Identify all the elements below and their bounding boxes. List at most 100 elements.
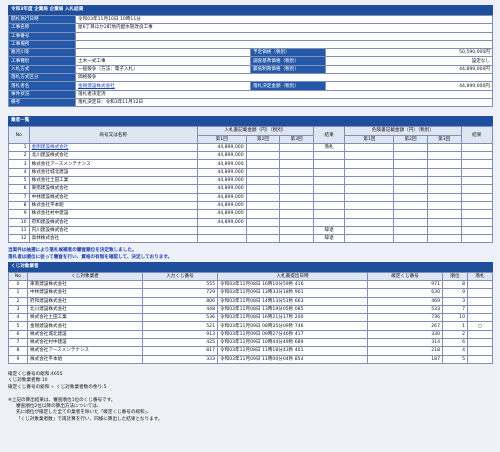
submission-time: 令和03年11月08日 16時21分17秒 200 — [217, 313, 368, 323]
submission-time: 令和03年11月08日 13時19分05秒 085 — [217, 304, 368, 315]
bidder-row: 11 内川建設株式会社 辞退 — [8, 225, 493, 236]
check-amount-round1 — [344, 167, 395, 178]
check-amount-round3 — [426, 184, 462, 194]
bidder-row: 9 株式会社村中建設 44,899,000 — [8, 209, 493, 219]
project-info-table: 開札執行日時 令和03年11月10日 10時11分 工事名称 屋6丁目ほか2町地内配… — [8, 14, 493, 108]
submission-time: 令和03年11月08日 16時10分59秒 416 — [217, 279, 368, 290]
check-amount-round2 — [393, 167, 428, 178]
check-amount-round2 — [393, 184, 428, 194]
lottery-no: 8 — [8, 346, 28, 356]
bid-amount-round2 — [245, 234, 281, 244]
col-bid: 入札書記載金額（円）（税別） — [196, 126, 314, 136]
bidder-name: 株式会社平本組 — [28, 200, 198, 211]
info-label: 最低制限価格（税別） — [250, 64, 326, 75]
bid-amount-round2 — [245, 176, 281, 186]
bidder-no: 3 — [8, 159, 30, 169]
confirmed-lottery-number: 267 — [367, 321, 443, 331]
check-amount-round1 — [344, 176, 395, 186]
lottery-row: 3 北川建設株式会社 448 令和03年11月08日 13時19分05秒 085 533… — [8, 304, 493, 315]
lottery-row: 4 株式会社土田工業 536 令和03年11月08日 16時21分17秒 200 736… — [8, 313, 493, 323]
bid-amount-round3 — [279, 151, 314, 161]
info-value — [75, 48, 251, 58]
rank: 9 — [442, 288, 468, 298]
bidder-no: 11 — [8, 225, 30, 236]
info-row: 備考 落札決定日：令和3年11月12日 — [8, 97, 493, 108]
bidder-name[interactable]: 金剛建設株式会社 — [28, 142, 198, 153]
winner-link[interactable]: 金剛建設株式会社 — [75, 81, 251, 91]
lottery-no: 0 — [8, 279, 28, 290]
input-lottery-number: 729 — [142, 288, 218, 298]
bid-result — [312, 200, 346, 211]
lottery-bidder-name: 北川建設株式会社 — [27, 304, 143, 315]
lottery-no: 1 — [8, 288, 28, 298]
bid-amount-round1: 44,899,000 — [196, 184, 247, 194]
col-lottery-name: くじ対象業者 — [27, 271, 143, 281]
input-lottery-number: 806 — [142, 296, 218, 306]
input-lottery-number: 333 — [142, 354, 218, 364]
info-value: 44,899,000円 — [325, 81, 493, 91]
bid-result — [312, 184, 346, 194]
check-result — [460, 176, 493, 186]
calc-note: ※上記の算出結果は、審査順位1位のくじ番号です。 審査順位2位以降の算出方法につ… — [8, 398, 493, 424]
rank: 10 — [442, 313, 468, 323]
check-amount-round3 — [426, 176, 462, 186]
info-row: 路河川等 予定価格（税別） 50,590,000円 — [8, 48, 493, 58]
bidder-row: 4 株式会社城北建設 44,899,000 — [8, 167, 493, 178]
check-result — [460, 184, 493, 194]
bidder-no: 5 — [8, 176, 30, 186]
col-name: 商号又は名称 — [28, 126, 198, 144]
confirmed-lottery-number: 218 — [367, 346, 443, 356]
col-rank: 順位 — [442, 271, 468, 281]
bidder-name: 株式会社城北建設 — [28, 167, 198, 178]
submission-time: 令和03年11月08日 14時13分51秒 663 — [217, 296, 368, 306]
info-value: 土木一式工事 — [75, 56, 251, 66]
col-result: 結果 — [312, 126, 346, 144]
bidder-row: 6 東南建設株式会社 44,899,000 — [8, 184, 493, 194]
bid-amount-round1: 44,899,000 — [196, 192, 247, 202]
lottery-row: 7 株式会社村中建設 425 令和03年11月09日 10時44分49秒 689 314… — [8, 337, 493, 348]
bid-result — [312, 209, 346, 219]
col-input-num: 入力くじ番号 — [142, 271, 218, 281]
bidder-no: 6 — [8, 184, 30, 194]
bid-amount-round3 — [279, 167, 314, 178]
bidder-no: 8 — [8, 200, 30, 211]
confirmed-lottery-number: 330 — [367, 329, 443, 340]
check-amount-round3 — [426, 159, 462, 169]
info-row: 事件状況 落札者決定済 — [8, 89, 493, 99]
check-amount-round3 — [426, 151, 462, 161]
bidder-row: 7 中林建設株式会社 44,899,000 — [8, 192, 493, 202]
info-value: 落札者決定済 — [75, 89, 493, 99]
check-amount-round2 — [393, 142, 428, 153]
bidder-row: 3 株式会社アースメンテナンス 44,899,000 — [8, 159, 493, 169]
confirmed-lottery-number: 736 — [367, 313, 443, 323]
info-label: 備考 — [8, 97, 76, 108]
col-round3: 第3回 — [279, 134, 314, 144]
win-mark — [467, 288, 493, 298]
check-amount-round1 — [344, 209, 395, 219]
check-amount-round1 — [344, 234, 395, 244]
rank: 2 — [442, 329, 468, 340]
check-amount-round3 — [426, 209, 462, 219]
info-row: 落札方式区分 価格競争 — [8, 73, 493, 83]
bid-result: 落札 — [312, 142, 346, 153]
input-lottery-number: 555 — [142, 279, 218, 290]
rank: 4 — [442, 346, 468, 356]
check-amount-round1 — [344, 159, 395, 169]
rank: 6 — [442, 337, 468, 348]
check-result — [460, 151, 493, 161]
lottery-row: 5 金剛建設株式会社 521 令和03年11月09日 08時35分09秒 746 267… — [8, 321, 493, 331]
bidder-row: 5 株式会社土田工業 44,899,000 — [8, 176, 493, 186]
check-result — [460, 167, 493, 178]
check-amount-round3 — [426, 142, 462, 153]
col-remark: 結果 — [460, 126, 493, 144]
check-amount-round1 — [344, 151, 395, 161]
check-amount-round3 — [426, 217, 462, 227]
bid-amount-round3 — [279, 217, 314, 227]
col-submit-time: 入札書提出日時 — [217, 271, 368, 281]
check-result — [460, 234, 493, 244]
confirmed-lottery-number: 971 — [367, 279, 443, 290]
info-label: 予定価格（税別） — [250, 48, 326, 58]
bid-amount-round2 — [245, 184, 281, 194]
lottery-no: 3 — [8, 304, 28, 315]
bid-amount-round2 — [245, 200, 281, 211]
